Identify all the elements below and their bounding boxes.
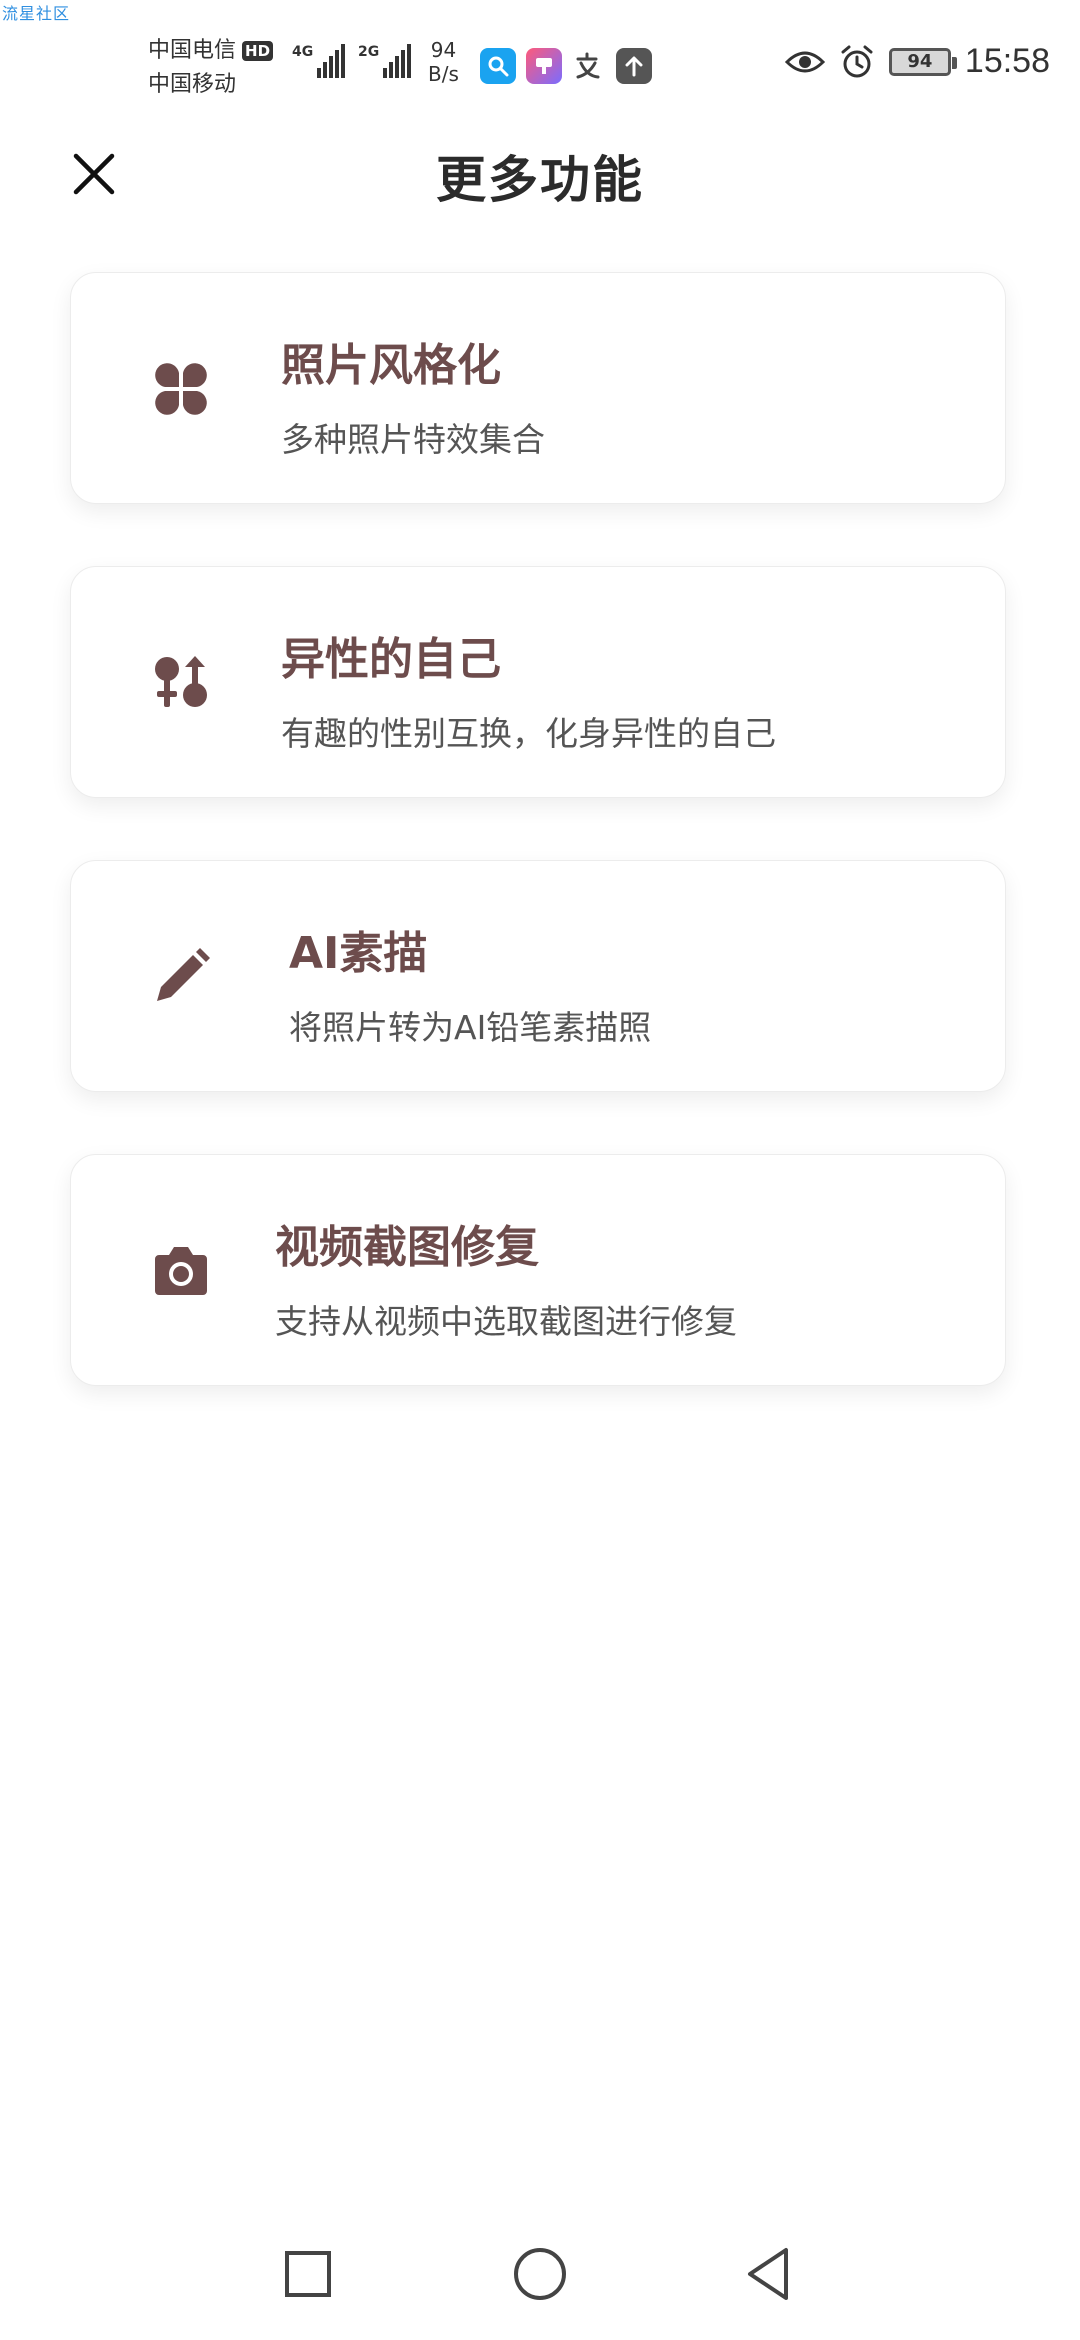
status-right: 94 15:58 — [784, 42, 1050, 81]
alarm-icon — [841, 45, 873, 77]
recents-button[interactable] — [278, 2244, 338, 2304]
feature-card-gender-swap[interactable]: 异性的自己 有趣的性别互换，化身异性的自己 — [70, 566, 1006, 798]
system-nav-bar — [0, 2210, 1080, 2340]
pencil-icon — [157, 948, 210, 1001]
card-title: AI素描 — [289, 928, 428, 979]
signal-4g-icon: 4G — [292, 44, 346, 78]
triangle-back-icon — [748, 2248, 788, 2300]
network-speed: 94 B/s — [428, 38, 459, 86]
gallery-app-icon — [526, 48, 562, 84]
card-title: 异性的自己 — [281, 634, 501, 685]
page-title: 更多功能 — [436, 151, 644, 209]
card-title: 照片风格化 — [281, 340, 501, 391]
status-bar: 中国电信 HD 中国移动 4G 2G 94 B/s 94 15:58 — [0, 0, 1080, 130]
card-subtitle: 将照片转为AI铅笔素描照 — [289, 1008, 652, 1047]
clover-icon — [155, 363, 207, 415]
signal-2g-tag: 2G — [358, 44, 380, 60]
carrier-info: 中国电信 HD 中国移动 — [148, 34, 274, 102]
network-speed-value: 94 — [430, 38, 457, 62]
hd-badge: HD — [242, 41, 274, 61]
camera-icon — [155, 1247, 207, 1295]
card-title: 视频截图修复 — [275, 1222, 539, 1273]
feature-card-photo-stylize[interactable]: 照片风格化 多种照片特效集合 — [70, 272, 1006, 504]
card-subtitle: 有趣的性别互换，化身异性的自己 — [281, 714, 776, 753]
circle-icon — [514, 2248, 566, 2300]
carrier-1: 中国电信 — [148, 38, 237, 63]
search-app-icon — [480, 48, 516, 84]
eye-icon — [784, 51, 825, 72]
feature-card-video-screenshot-repair[interactable]: 视频截图修复 支持从视频中选取截图进行修复 — [70, 1154, 1006, 1386]
home-button[interactable] — [510, 2244, 570, 2304]
card-subtitle: 多种照片特效集合 — [281, 420, 545, 459]
battery-level: 94 — [907, 51, 933, 72]
signal-2g-icon: 2G — [358, 44, 412, 78]
upload-app-icon — [616, 48, 652, 84]
translate-app-icon — [570, 48, 606, 84]
clock: 15:58 — [964, 42, 1050, 80]
back-button[interactable] — [740, 2244, 800, 2304]
signal-4g-tag: 4G — [292, 44, 314, 60]
card-subtitle: 支持从视频中选取截图进行修复 — [275, 1302, 737, 1341]
gender-swap-icon — [155, 656, 207, 707]
battery-icon: 94 — [888, 47, 957, 76]
screen: 流星社区 中国电信 HD 中国移动 4G 2G 94 B/s 94 15:58 … — [0, 0, 1080, 2340]
feature-card-ai-sketch[interactable]: AI素描 将照片转为AI铅笔素描照 — [70, 860, 1006, 1092]
square-icon — [285, 2251, 331, 2297]
carrier-2: 中国移动 — [148, 72, 237, 97]
network-speed-unit: B/s — [428, 62, 459, 86]
